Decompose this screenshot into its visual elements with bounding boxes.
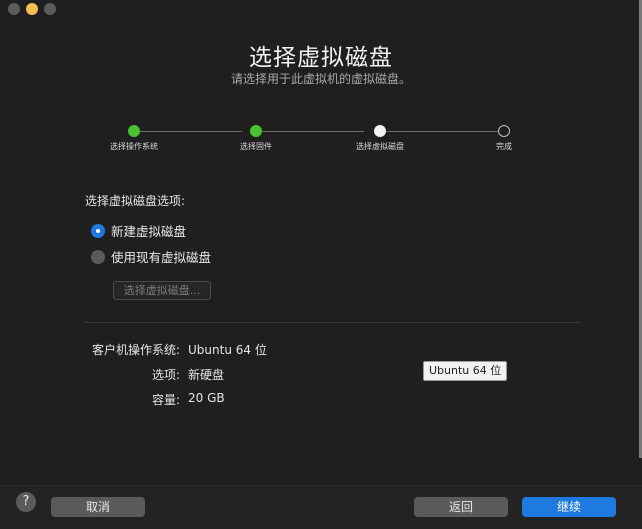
os-label: 客户机操作系统: bbox=[91, 343, 180, 357]
cancel-button[interactable]: 取消 bbox=[51, 497, 145, 517]
new-vm-wizard-window: 选择虚拟磁盘 请选择用于此虚拟机的虚拟磁盘。 选择操作系统 选择固件 选择虚拟磁… bbox=[0, 0, 642, 529]
choose-disk-button[interactable]: 选择虚拟磁盘... bbox=[113, 281, 211, 300]
zoom-window-button[interactable] bbox=[44, 3, 56, 15]
disk-options-heading: 选择虚拟磁盘选项: bbox=[85, 194, 186, 208]
step-label: 选择操作系统 bbox=[110, 142, 158, 151]
option-label: 选项: bbox=[151, 368, 180, 382]
capacity-label: 容量: bbox=[151, 393, 180, 407]
radio-new-disk-label[interactable]: 新建虚拟磁盘 bbox=[111, 221, 186, 240]
radio-existing-disk[interactable]: 使用现有虚拟磁盘 bbox=[91, 247, 211, 266]
step-complete-icon bbox=[128, 125, 140, 137]
close-window-button[interactable] bbox=[8, 3, 20, 15]
radio-selected-icon[interactable] bbox=[91, 223, 105, 238]
step-label: 选择固件 bbox=[240, 142, 272, 151]
page-title: 选择虚拟磁盘 bbox=[249, 45, 393, 71]
radio-existing-disk-label[interactable]: 使用现有虚拟磁盘 bbox=[111, 247, 211, 266]
step-pending-icon bbox=[498, 125, 510, 137]
radio-new-disk[interactable]: 新建虚拟磁盘 bbox=[91, 221, 186, 240]
tooltip: Ubuntu 64 位 bbox=[423, 361, 508, 381]
divider bbox=[84, 322, 581, 323]
window-controls bbox=[8, 3, 56, 15]
help-button[interactable]: ? bbox=[16, 492, 36, 512]
step-complete-icon bbox=[250, 125, 262, 137]
page-subtitle: 请选择用于此虚拟机的虚拟磁盘。 bbox=[230, 72, 411, 86]
option-value: 新硬盘 bbox=[188, 368, 225, 382]
back-button[interactable]: 返回 bbox=[414, 497, 508, 517]
step-connector bbox=[386, 131, 498, 132]
step-connector bbox=[140, 131, 242, 132]
os-value: Ubuntu 64 位 bbox=[188, 343, 267, 357]
continue-button[interactable]: 继续 bbox=[522, 497, 616, 517]
step-label: 选择虚拟磁盘 bbox=[356, 142, 404, 151]
step-connector bbox=[262, 131, 364, 132]
capacity-value: 20 GB bbox=[188, 391, 225, 405]
wizard-progress: 选择操作系统 选择固件 选择虚拟磁盘 完成 bbox=[0, 125, 642, 165]
minimize-window-button[interactable] bbox=[26, 3, 38, 15]
radio-unselected-icon[interactable] bbox=[91, 249, 105, 264]
step-current-icon bbox=[374, 125, 386, 137]
step-label: 完成 bbox=[496, 142, 512, 151]
